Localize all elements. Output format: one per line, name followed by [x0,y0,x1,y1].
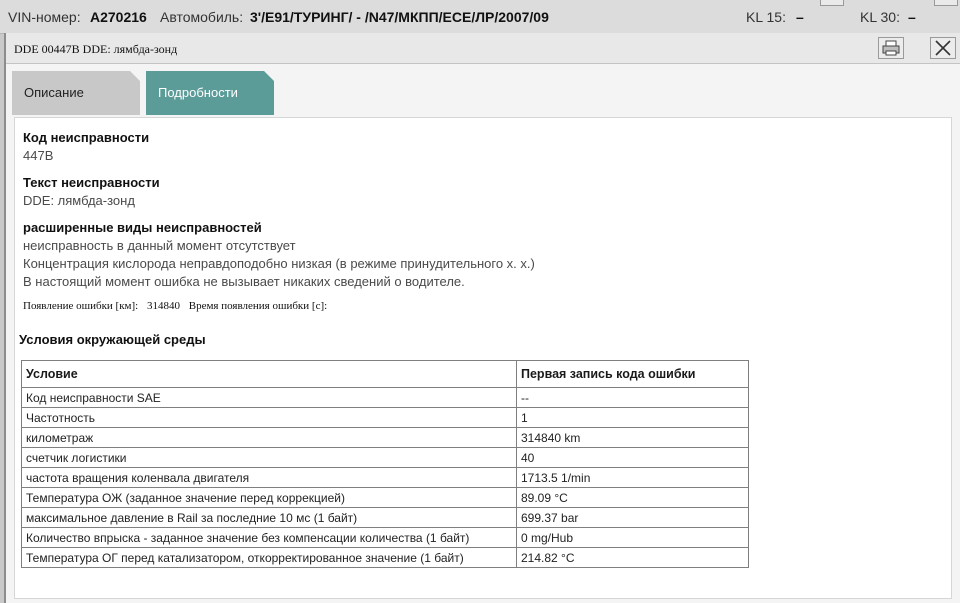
fault-code-value: 447B [23,148,54,163]
condition-cell: частота вращения коленвала двигателя [21,467,517,488]
condition-cell: максимальное давление в Rail за последни… [21,507,517,528]
table-row: километраж 314840 km [21,427,749,448]
print-button[interactable] [878,37,904,59]
value-cell: -- [516,387,749,408]
condition-cell: Код неисправности SAE [21,387,517,408]
condition-cell: Количество впрыска - заданное значение б… [21,527,517,548]
dialog-title-bar: DDE 00447B DDE: лямбда-зонд [6,33,960,64]
value-cell: 1713.5 1/min [516,467,749,488]
printer-icon [882,40,900,56]
car-label: Автомобиль: [160,9,244,25]
close-icon [935,40,951,56]
details-panel: Код неисправности 447B Текст неисправнос… [14,117,952,599]
column-header-condition: Условие [21,360,517,388]
vin-value: A270216 [90,9,147,25]
kl30-label: KL 30: [860,9,900,25]
value-cell: 314840 km [516,427,749,448]
occurrence-km-value: 314840 [147,300,180,312]
value-cell: 40 [516,447,749,468]
column-header-first-record: Первая запись кода ошибки [516,360,749,388]
close-button[interactable] [930,37,956,59]
extended-fault-line: неисправность в данный момент отсутствуе… [23,238,296,253]
environment-conditions-table: Условие Первая запись кода ошибки Код не… [21,360,749,568]
condition-cell: Частотность [21,407,517,428]
table-row: частота вращения коленвала двигателя 1713… [21,467,749,488]
occurrence-time-label: Время появления ошибки [с]: [188,300,328,312]
fault-text-label: Текст неисправности [23,175,160,190]
tab-description[interactable]: Описание [12,71,140,115]
kl15-label: KL 15: [746,9,786,25]
condition-cell: Температура ОГ перед катализатором, отко… [21,547,517,568]
vehicle-info-bar: VIN-номер: A270216 Автомобиль: 3'/E91/ТУ… [0,0,960,34]
extended-fault-line: В настоящий момент ошибка не вызывает ни… [23,274,465,289]
value-cell: 0 mg/Hub [516,527,749,548]
occurrence-info: Появление ошибки [км]: 314840 Время появ… [23,300,333,312]
condition-cell: счетчик логистики [21,447,517,468]
value-cell: 1 [516,407,749,428]
value-cell: 699.37 bar [516,507,749,528]
condition-cell: километраж [21,427,517,448]
table-row: Количество впрыска - заданное значение б… [21,527,749,548]
value-cell: 214.82 °C [516,547,749,568]
table-row: Температура ОГ перед катализатором, отко… [21,547,749,568]
fault-detail-dialog: DDE 00447B DDE: лямбда-зонд Описание Под… [4,33,960,603]
kl15-value: – [796,9,804,25]
car-value: 3'/E91/ТУРИНГ/ - /N47/МКПП/ECE/ЛР/2007/0… [250,9,549,25]
extended-fault-line: Концентрация кислорода неправдоподобно н… [23,256,535,271]
kl30-value: – [908,9,916,25]
tab-bar: Описание Подробности [6,71,960,115]
condition-cell: Температура ОЖ (заданное значение перед … [21,487,517,508]
table-row: максимальное давление в Rail за последни… [21,507,749,528]
dialog-title: DDE 00447B DDE: лямбда-зонд [14,42,178,56]
environment-title: Условия окружающей среды [19,332,206,347]
tab-details[interactable]: Подробности [146,71,274,115]
vin-label: VIN-номер: [8,9,81,25]
extended-faults-label: расширенные виды неисправностей [23,220,262,235]
fault-code-label: Код неисправности [23,130,150,145]
table-header-row: Условие Первая запись кода ошибки [21,360,749,388]
table-row: Температура ОЖ (заданное значение перед … [21,487,749,508]
fault-text-value: DDE: лямбда-зонд [23,193,135,208]
table-row: Частотность 1 [21,407,749,428]
window-close-button[interactable] [934,0,958,6]
table-row: Код неисправности SAE -- [21,387,749,408]
occurrence-km-label: Появление ошибки [км]: [23,300,139,312]
table-row: счетчик логистики 40 [21,447,749,468]
value-cell: 89.09 °C [516,487,749,508]
window-minimize-button[interactable] [820,0,844,6]
